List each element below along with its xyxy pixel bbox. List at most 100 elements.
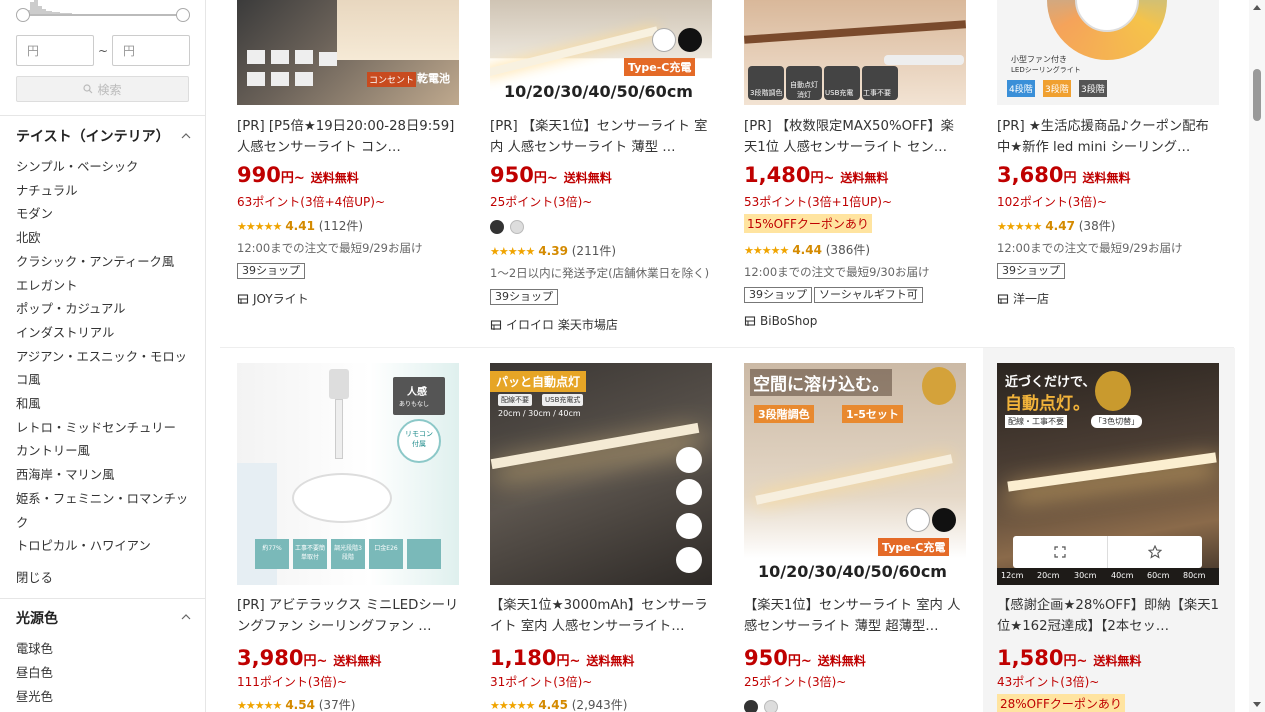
taste-filter-item[interactable]: エレガント — [16, 278, 78, 294]
chevron-up-icon[interactable] — [181, 131, 191, 141]
taste-filter-item[interactable]: カントリー風 — [16, 443, 90, 459]
product-title[interactable]: 【楽天1位】センサーライト 室内 人感センサーライト 薄型 超薄型… — [744, 595, 966, 637]
price-search-button[interactable]: 検索 — [16, 76, 189, 102]
image-text: 20cm / 30cm / 40cm — [498, 409, 581, 418]
taste-filter-item[interactable]: シンプル・ベーシック — [16, 159, 138, 175]
product-title[interactable]: [PR] 【楽天1位】センサーライト 室内 人感センサーライト 薄型 … — [490, 116, 712, 158]
shop-tag: 39ショップ — [237, 263, 305, 279]
points-text: 111ポイント(3倍)~ — [237, 675, 347, 689]
points-text: 53ポイント(3倍+1倍UP)~ — [744, 195, 893, 209]
product-image[interactable]: パッと自動点灯 配線不要 USB充電式 20cm / 30cm / 40cm — [490, 363, 712, 585]
expand-button[interactable] — [1013, 536, 1108, 568]
light-color-section-title[interactable]: 光源色 — [16, 608, 58, 628]
scroll-down-arrow-icon[interactable] — [1253, 702, 1261, 708]
image-text: 60cm — [1147, 571, 1170, 580]
coupon-badge[interactable]: 15%OFFクーポンあり — [744, 214, 872, 233]
taste-filter-item[interactable]: モダン — [16, 206, 53, 222]
image-text: USB充電 — [825, 89, 854, 97]
chevron-up-icon[interactable] — [181, 612, 191, 622]
close-filter-link[interactable]: 閉じる — [16, 570, 53, 586]
product-title[interactable]: [PR] ★生活応援商品♪クーポン配布中★新作 led mini シーリング… — [997, 116, 1219, 158]
delivery-text: 12:00までの注文で最短9/29お届け — [997, 241, 1183, 255]
image-text: 3段階 — [1043, 80, 1071, 97]
slider-max-handle[interactable] — [176, 8, 190, 22]
scroll-up-arrow-icon[interactable] — [1253, 4, 1261, 10]
taste-filter-item[interactable]: トロピカル・ハワイアン — [16, 538, 151, 554]
page-scrollbar[interactable] — [1249, 0, 1265, 712]
price-line: 3,980円~ 送料無料 — [237, 646, 382, 670]
price-max-input[interactable]: 円 — [112, 35, 190, 66]
color-swatches[interactable] — [744, 700, 778, 712]
price-line: 990円~ 送料無料 — [237, 163, 359, 187]
rating[interactable]: ★★★★★ 4.41 (112件) — [237, 217, 363, 234]
slider-min-handle[interactable] — [16, 8, 30, 22]
image-text: 配線不要 — [498, 394, 532, 406]
product-image[interactable]: コンセント 乾電池 — [237, 0, 459, 105]
rating[interactable]: ★★★★★ 4.54 (37件) — [237, 696, 355, 712]
product-image[interactable]: 人感 ありもなし リモコン付属 約77% 工事不要簡単取付 調光段階3段階 口金… — [237, 363, 459, 585]
image-text: 1-5セット — [842, 405, 903, 423]
coupon-badge[interactable]: 28%OFFクーポンあり — [997, 694, 1125, 712]
taste-filter-item[interactable]: アジアン・エスニック・モロッ — [16, 349, 187, 365]
image-text: 3段階調色 — [750, 89, 783, 97]
shop-link[interactable]: イロイロ 楽天市場店 — [490, 316, 618, 333]
image-text: 3段階 — [1079, 80, 1107, 97]
taste-filter-item[interactable]: 和風 — [16, 396, 41, 412]
color-swatch[interactable] — [490, 220, 504, 234]
image-text: 空間に溶け込む。 — [750, 369, 892, 396]
taste-filter-item[interactable]: クラシック・アンティーク風 — [16, 254, 174, 270]
color-swatches[interactable] — [490, 220, 524, 234]
light-color-filter-item[interactable]: 昼白色 — [16, 665, 53, 681]
points-text: 63ポイント(3倍+4倍UP)~ — [237, 195, 386, 209]
points-text: 25ポイント(3倍)~ — [490, 195, 593, 209]
taste-filter-item[interactable]: ポップ・カジュアル — [16, 301, 125, 317]
product-image[interactable]: 近づくだけで、 自動点灯。 配線・工事不要 「3色切替」 12cm 20cm 3… — [997, 363, 1219, 585]
product-title[interactable]: [PR] 【枚数限定MAX50%OFF】楽天1位 人感センサーライト セン… — [744, 116, 966, 158]
points-text: 102ポイント(3倍)~ — [997, 195, 1107, 209]
product-image[interactable]: 空間に溶け込む。 3段階調色 1-5セット Type-C充電 10/20/30/… — [744, 363, 966, 585]
product-title[interactable]: 【楽天1位★3000mAh】センサーライト 室内 人感センサーライト… — [490, 595, 712, 637]
search-icon — [83, 84, 93, 94]
shop-link[interactable]: JOYライト — [237, 290, 309, 307]
rating[interactable]: ★★★★★ 4.45 (2,943件) — [490, 696, 627, 712]
image-text: 工事不要 — [863, 89, 891, 97]
taste-filter-item[interactable]: 西海岸・マリン風 — [16, 467, 114, 483]
taste-filter-item[interactable]: ク — [16, 515, 28, 531]
scrollbar-thumb[interactable] — [1253, 69, 1261, 121]
product-image[interactable]: 3段階調色 自動点灯消灯 USB充電 工事不要 — [744, 0, 966, 105]
taste-filter-item[interactable]: 姫系・フェミニン・ロマンチッ — [16, 491, 188, 507]
light-color-filter-item[interactable]: 昼光色 — [16, 689, 53, 705]
product-title[interactable]: [PR] [P5倍★19日20:00-28日9:59]人感センサーライト コン… — [237, 116, 459, 158]
product-title[interactable]: [PR] アビテラックス ミニLEDシーリングファン シーリングファン … — [237, 595, 459, 637]
rating[interactable]: ★★★★★ 4.44 (386件) — [744, 241, 870, 258]
image-text: 10/20/30/40/50/60cm — [504, 82, 693, 101]
taste-filter-item[interactable]: 北欧 — [16, 230, 41, 246]
taste-section-title[interactable]: テイスト（インテリア） — [16, 126, 170, 146]
taste-filter-item[interactable]: レトロ・ミッドセンチュリー — [16, 420, 176, 436]
color-swatch[interactable] — [510, 220, 524, 234]
light-color-filter-item[interactable]: 電球色 — [16, 641, 53, 657]
shop-link[interactable]: BiBoShop — [744, 314, 817, 328]
color-swatch[interactable] — [744, 700, 758, 712]
rating[interactable]: ★★★★★ 4.39 (211件) — [490, 242, 616, 259]
taste-filter-item[interactable]: インダストリアル — [16, 325, 114, 341]
image-text: Type-C充電 — [624, 58, 696, 76]
rating[interactable]: ★★★★★ 4.47 (38件) — [997, 217, 1115, 234]
color-swatch[interactable] — [764, 700, 778, 712]
shop-link[interactable]: 洋一店 — [997, 290, 1049, 307]
product-image[interactable]: 小型ファン付き LEDシーリングライト 4段階 3段階 3段階 — [997, 0, 1219, 105]
image-text: LEDシーリングライト — [1011, 66, 1081, 74]
price-line: 950円~ 送料無料 — [744, 646, 866, 670]
image-text: 40cm — [1111, 571, 1134, 580]
taste-filter-item[interactable]: コ風 — [16, 372, 41, 388]
price-range-slider[interactable] — [16, 0, 190, 22]
shop-icon — [997, 293, 1009, 304]
image-text: 10/20/30/40/50/60cm — [758, 562, 947, 581]
favorite-button[interactable] — [1108, 536, 1202, 568]
image-text: 30cm — [1074, 571, 1097, 580]
price-min-input[interactable]: 円 — [16, 35, 94, 66]
points-text: 25ポイント(3倍)~ — [744, 675, 847, 689]
taste-filter-item[interactable]: ナチュラル — [16, 183, 78, 199]
product-image[interactable]: Type-C充電 10/20/30/40/50/60cm — [490, 0, 712, 105]
product-title[interactable]: 【感謝企画★28%OFF】即納【楽天1位★162冠達成】【2本セッ… — [997, 595, 1219, 637]
